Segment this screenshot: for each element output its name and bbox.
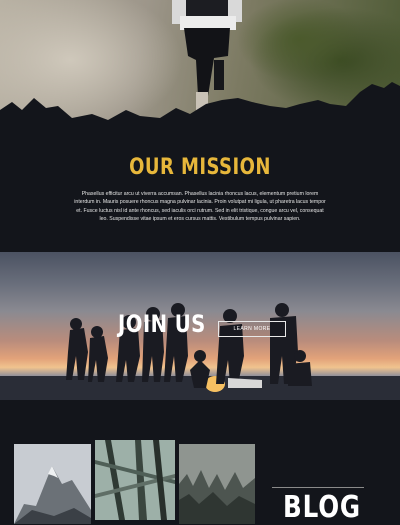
learn-more-button[interactable]: LEARN MORE (218, 321, 286, 337)
mission-heading: OUR MISSION (129, 155, 271, 180)
mountain-ridge-divider (0, 82, 400, 140)
blog-heading: BLOG (283, 490, 361, 525)
blog-divider (272, 487, 364, 488)
blog-thumbnail-misty-forest[interactable] (179, 444, 255, 524)
join-heading: JOIN US (118, 310, 206, 338)
mission-paragraph: Phasellus efficitur arcu ut viverra accu… (74, 191, 326, 223)
blog-thumbnail-mountain[interactable] (14, 444, 91, 524)
blog-thumbnail-forest[interactable] (95, 440, 175, 520)
